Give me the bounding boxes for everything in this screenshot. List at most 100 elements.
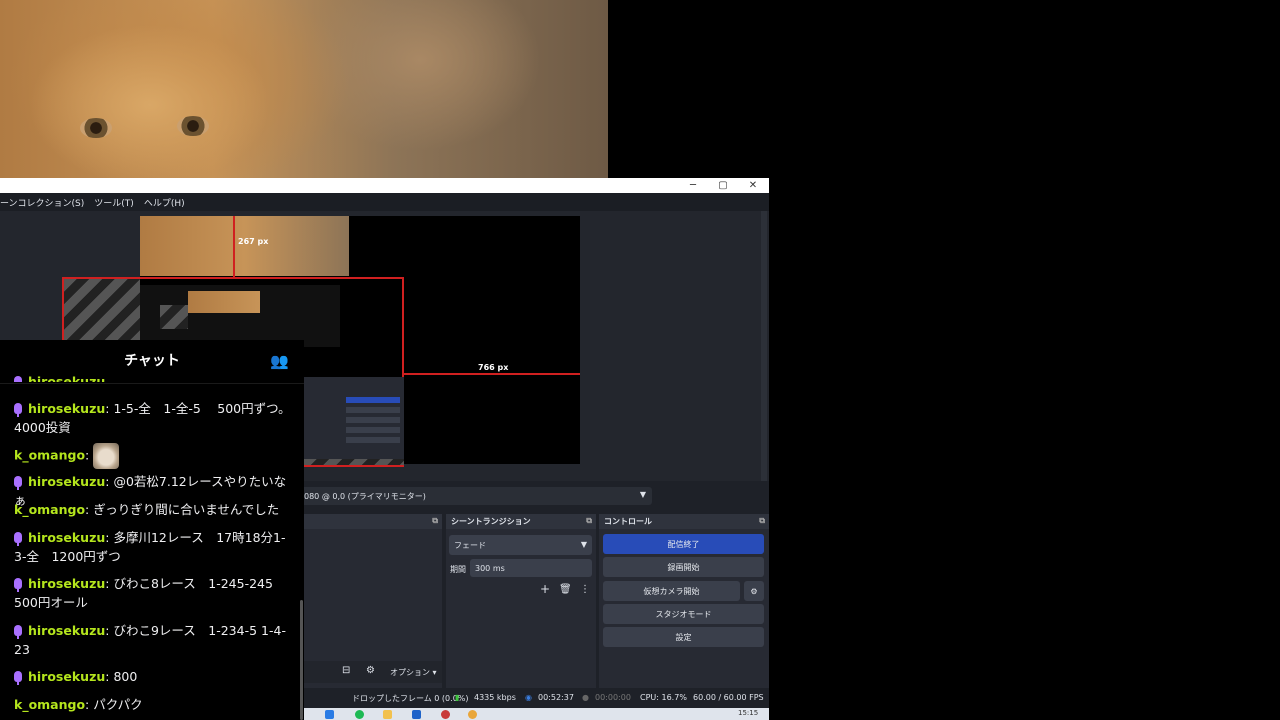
chat-message-cut: hirosekuzu [14, 372, 294, 382]
chat-message: hirosekuzu: 1-5-全 1-全-5 500円ずつ。4000投資 [14, 401, 291, 435]
chat-message: hirosekuzu: 多摩川12レース 17時18分1-3-全 1200円ずつ [14, 530, 286, 564]
options-button[interactable]: オプション ▾ [390, 667, 437, 678]
studio-mode-button[interactable]: スタジオモード [603, 604, 764, 624]
mic-badge-icon [14, 578, 22, 592]
minimize-button[interactable]: ─ [678, 178, 708, 193]
lion-photo [0, 0, 608, 178]
sources-toolbar: ⊟ ⚙ オプション ▾ [300, 661, 442, 683]
horizontal-distance-label: 766 px [478, 363, 509, 372]
monitor-select-value: 080 @ 0,0 (プライマリモニター) [304, 491, 426, 501]
horizontal-guide-line [404, 373, 580, 375]
stream-icon: ◉ [525, 693, 532, 702]
chat-message: k_omango: パクパク [14, 697, 143, 712]
menu-scene-collection[interactable]: ーンコレクション(S) [0, 196, 84, 209]
chat-scrollbar[interactable] [300, 600, 303, 720]
mic-badge-icon [14, 476, 22, 490]
chat-username[interactable]: hirosekuzu [28, 530, 105, 545]
add-icon[interactable]: + [540, 582, 550, 596]
store-icon[interactable] [412, 710, 421, 719]
title-bar: ─ ▢ ✕ [0, 178, 769, 193]
sources-dock-header: ⧉ [300, 514, 442, 529]
scene-transition-dock: シーントランジション ⧉ フェード ▼ 期間 300 ms + 🗑 ⋮ [446, 514, 596, 688]
monitor-select[interactable]: 080 @ 0,0 (プライマリモニター) ▼ [300, 487, 652, 505]
record-time: 00:00:00 [595, 693, 631, 702]
chat-username[interactable]: k_omango [14, 697, 85, 712]
scene-transition-header: シーントランジション ⧉ [446, 514, 596, 529]
duration-label: 期間 [450, 565, 466, 574]
stripe-pattern [64, 279, 140, 343]
chat-username[interactable]: k_omango [14, 502, 85, 517]
chat-username[interactable]: hirosekuzu [28, 474, 105, 489]
stop-streaming-button[interactable]: 配信終了 [603, 534, 764, 554]
sources-dock: ⧉ ⊟ ⚙ オプション ▾ [300, 514, 442, 688]
chat-message: hirosekuzu: びわこ8レース 1-245-245 500円オール [14, 576, 273, 610]
chat-panel: チャット 👥 hirosekuzu hirosekuzu: 1-5-全 1-全-… [0, 340, 304, 720]
chat-text: 800 [113, 669, 138, 684]
mic-badge-icon [14, 532, 22, 546]
folder-icon[interactable] [383, 710, 392, 719]
transition-type-select[interactable]: フェード ▼ [449, 535, 592, 555]
chevron-down-icon: ▼ [639, 490, 646, 499]
nested-preview [140, 285, 340, 347]
chat-username[interactable]: hirosekuzu [28, 623, 105, 638]
chat-username[interactable]: hirosekuzu [28, 401, 105, 416]
duration-value: 300 ms [475, 563, 505, 573]
bitrate: 4335 kbps [474, 693, 516, 702]
popout-icon[interactable]: ⧉ [759, 516, 765, 526]
filter-icon[interactable]: ⊟ [342, 665, 350, 676]
chat-username[interactable]: hirosekuzu [28, 576, 105, 591]
chat-username[interactable]: k_omango [14, 448, 85, 463]
duration-input[interactable]: 300 ms [470, 559, 592, 577]
taskbar-clock: 15:15 [738, 709, 759, 717]
start-recording-button[interactable]: 録画開始 [603, 557, 764, 577]
controls-header: コントロール ⧉ [599, 514, 769, 529]
signal-icon: ▮ [455, 693, 460, 702]
preview-scrollbar[interactable] [761, 211, 767, 481]
settings-button[interactable]: 設定 [603, 627, 764, 647]
chat-username[interactable]: hirosekuzu [28, 669, 105, 684]
vertical-guide-line [233, 216, 235, 277]
nested-obs-panel [304, 377, 404, 465]
record-icon: ● [582, 693, 589, 702]
mic-badge-icon [14, 376, 22, 382]
controls-title: コントロール [604, 517, 652, 526]
mic-badge-icon [14, 403, 22, 417]
trash-icon[interactable]: 🗑 [559, 584, 572, 595]
chat-message: k_omango: ぎっりぎり間に合いませんでした [14, 502, 280, 517]
obs-icon[interactable] [441, 710, 450, 719]
app-icon[interactable] [468, 710, 477, 719]
menu-tools[interactable]: ツール(T) [94, 196, 134, 209]
stream-time: 00:52:37 [538, 693, 574, 702]
menu-bar: ーンコレクション(S) ツール(T) ヘルプ(H) [0, 193, 769, 211]
popout-icon[interactable]: ⧉ [586, 516, 592, 526]
mic-badge-icon [14, 625, 22, 639]
vertical-distance-label: 267 px [238, 237, 269, 246]
gear-icon[interactable]: ⚙ [366, 665, 375, 676]
menu-help[interactable]: ヘルプ(H) [144, 196, 185, 209]
chat-text: パクパク [93, 697, 143, 712]
mic-badge-icon [14, 671, 22, 685]
chat-message: k_omango: [14, 443, 294, 469]
edge-icon[interactable] [325, 710, 334, 719]
maximize-button[interactable]: ▢ [708, 178, 738, 193]
transition-type-value: フェード [454, 540, 486, 550]
lion-eye-right [177, 116, 209, 136]
chat-message: hirosekuzu: 800 [14, 667, 294, 686]
start-virtual-camera-button[interactable]: 仮想カメラ開始 [603, 581, 740, 601]
cat-emote-icon [93, 443, 120, 469]
popout-icon[interactable]: ⧉ [432, 516, 438, 526]
chevron-down-icon: ▼ [580, 540, 587, 549]
chat-username[interactable]: hirosekuzu [28, 374, 105, 382]
more-vertical-icon[interactable]: ⋮ [580, 584, 590, 595]
controls-dock: コントロール ⧉ 配信終了 録画開始 仮想カメラ開始 ⚙ スタジオモード 設定 [599, 514, 769, 688]
close-button[interactable]: ✕ [738, 178, 768, 193]
cpu-usage: CPU: 16.7% [640, 693, 687, 702]
chrome-icon[interactable] [355, 710, 364, 719]
dropped-frames: ドロップしたフレーム 0 (0.0%) [352, 694, 469, 703]
lion-eye-left [80, 118, 112, 138]
virtual-camera-settings-icon[interactable]: ⚙ [744, 581, 764, 601]
users-icon[interactable]: 👥 [270, 352, 289, 370]
chat-message: hirosekuzu: びわこ9レース 1-234-5 1-4-23 [14, 623, 286, 657]
chat-text: ぎっりぎり間に合いませんでした [93, 502, 280, 517]
preview-lion-source[interactable] [140, 216, 349, 276]
